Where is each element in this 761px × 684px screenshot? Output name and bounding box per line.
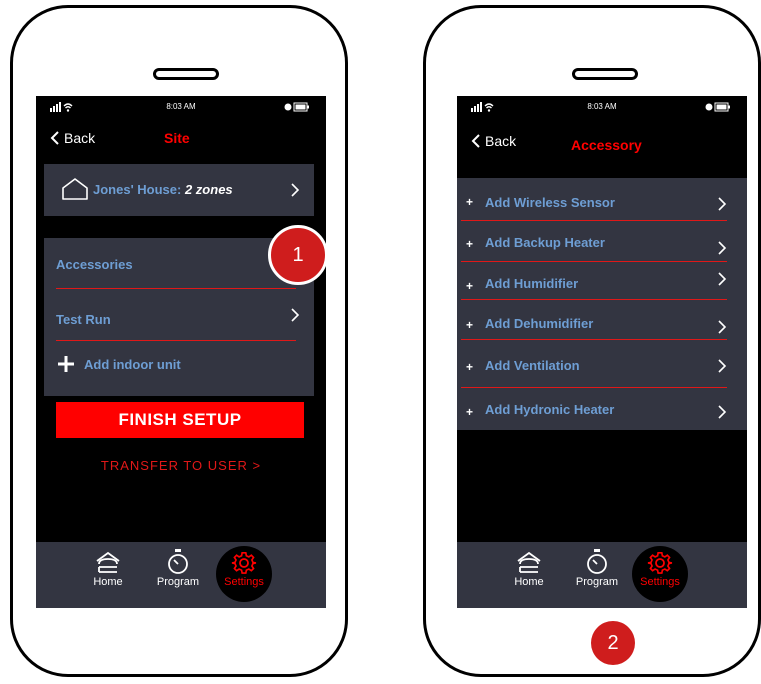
nav-bar: Back Site [36, 120, 326, 160]
screen-left: 8:03 AM Back Site Jones' House: 2 zones … [36, 96, 326, 608]
gear-icon [647, 552, 673, 574]
back-label: Back [64, 130, 96, 146]
callout-number: 2 [607, 632, 619, 654]
chevron-right-icon [718, 405, 727, 419]
back-button[interactable]: Back [471, 133, 516, 149]
list-item-add-dehumidifier[interactable]: + Add Dehumidifier [457, 304, 747, 346]
house-zones: 2 zones [184, 182, 233, 197]
tab-home-label: Home [93, 576, 123, 588]
battery-icon [705, 102, 730, 112]
chevron-right-icon [291, 183, 300, 197]
transfer-to-user-link[interactable]: TRANSFER TO USER > [36, 458, 326, 473]
tab-home[interactable]: Home [509, 550, 549, 588]
divider [461, 339, 727, 340]
list-item-add-backup-heater[interactable]: + Add Backup Heater [457, 220, 747, 262]
tab-program[interactable]: Program [569, 548, 625, 588]
plus-icon: + [466, 360, 474, 374]
chevron-left-icon [471, 134, 480, 148]
stopwatch-icon [168, 549, 188, 574]
tab-program-label: Program [156, 576, 200, 588]
menu-item-test-run[interactable]: Test Run [56, 312, 111, 327]
speaker-left [153, 68, 219, 80]
tab-home[interactable]: Home [88, 550, 128, 588]
status-bar: 8:03 AM [36, 96, 326, 120]
callout-1: 1 [268, 225, 328, 285]
chevron-left-icon [50, 131, 59, 145]
tab-settings[interactable]: Settings [632, 550, 688, 588]
page-title: Site [164, 130, 190, 146]
chevron-right-icon [718, 197, 727, 211]
list-item-label: Add Hydronic Heater [485, 402, 615, 417]
callout-number: 1 [292, 244, 304, 266]
chevron-right-icon [718, 241, 727, 255]
tab-settings-label: Settings [640, 576, 680, 588]
plus-icon: + [466, 405, 474, 419]
tab-program-label: Program [575, 576, 619, 588]
chevron-right-icon [718, 272, 727, 286]
house-row[interactable]: Jones' House: 2 zones [44, 164, 314, 216]
menu-item-accessories[interactable]: Accessories [56, 257, 133, 272]
speaker-right [572, 68, 638, 80]
stopwatch-icon [587, 549, 607, 574]
status-bar: 8:03 AM [457, 96, 747, 120]
tab-program[interactable]: Program [150, 548, 206, 588]
page-title: Accessory [571, 137, 642, 153]
screen-right: 8:03 AM Back Accessory + Add Wireless Se… [457, 96, 747, 608]
list-item-label: Add Dehumidifier [485, 316, 594, 331]
finish-setup-button[interactable]: FINISH SETUP [56, 402, 304, 438]
tab-settings[interactable]: Settings [216, 550, 272, 588]
list-item-label: Add Wireless Sensor [485, 195, 615, 210]
chevron-right-icon [718, 320, 727, 334]
list-item-label: Add Backup Heater [485, 235, 605, 250]
plus-icon: + [466, 195, 474, 209]
tab-settings-label: Settings [224, 576, 264, 588]
gear-icon [231, 552, 257, 574]
house-label: Jones' House: 2 zones [93, 182, 233, 197]
list-item-label: Add Humidifier [485, 276, 579, 291]
add-indoor-unit-button[interactable]: Add indoor unit [58, 356, 181, 372]
divider [56, 288, 296, 289]
list-item-add-hydronic-heater[interactable]: + Add Hydronic Heater [457, 388, 747, 430]
status-time: 8:03 AM [166, 102, 196, 111]
plus-icon [58, 356, 74, 372]
plus-icon: + [466, 237, 474, 251]
home-icon [517, 551, 541, 573]
list-item-add-ventilation[interactable]: + Add Ventilation [457, 346, 747, 388]
list-item-add-humidifier[interactable]: + Add Humidifier [457, 262, 747, 304]
callout-2: 2 [591, 621, 635, 665]
status-time: 8:03 AM [587, 102, 617, 111]
divider [461, 299, 727, 300]
plus-icon: + [466, 279, 474, 293]
tab-bar: Home Program Settings [457, 542, 747, 608]
house-icon [62, 178, 88, 200]
tab-bar: Home Program Settings [36, 542, 326, 608]
back-label: Back [485, 133, 517, 149]
accessory-list: + Add Wireless Sensor + Add Backup Heate… [457, 178, 747, 430]
add-indoor-unit-label: Add indoor unit [84, 356, 181, 372]
list-item-add-wireless-sensor[interactable]: + Add Wireless Sensor [457, 178, 747, 221]
plus-icon: + [466, 318, 474, 332]
home-icon [96, 551, 120, 573]
chevron-right-icon [718, 359, 727, 373]
list-item-label: Add Ventilation [485, 358, 580, 373]
chevron-right-icon [291, 308, 300, 322]
house-name: Jones' House: [93, 182, 182, 197]
back-button[interactable]: Back [50, 130, 95, 146]
nav-bar: Back Accessory [457, 120, 747, 160]
battery-icon [284, 102, 309, 112]
divider [56, 340, 296, 341]
tab-home-label: Home [514, 576, 544, 588]
